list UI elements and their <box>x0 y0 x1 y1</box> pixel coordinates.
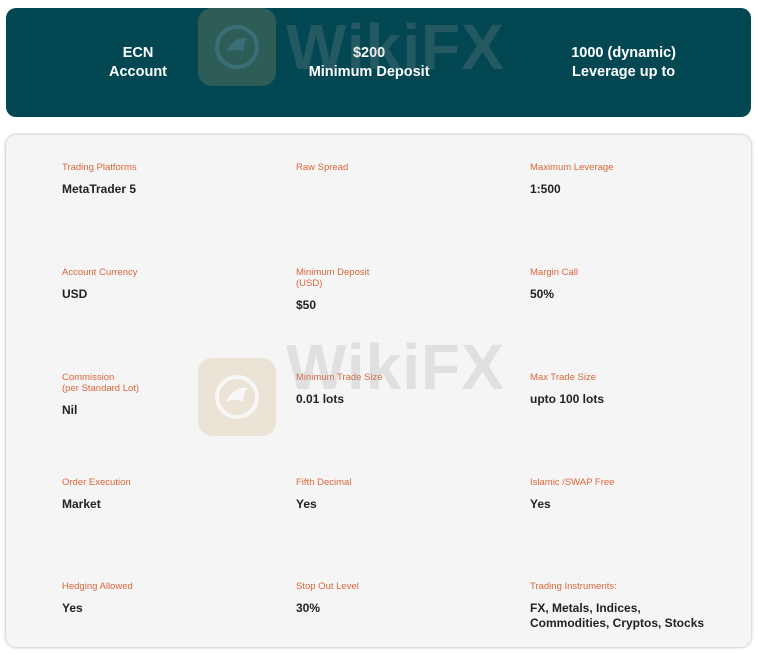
detail-label: Margin Call <box>530 267 579 278</box>
banner-account-type-label: Account <box>109 63 167 80</box>
detail-value: Market <box>62 497 101 511</box>
detail-label: Trading Platforms <box>62 162 137 173</box>
detail-value: FX, Metals, Indices, Commodities, Crypto… <box>530 601 704 631</box>
detail-value: 0.01 lots <box>296 392 345 406</box>
detail-label: Max Trade Size <box>530 372 596 383</box>
detail-value: $50 <box>296 298 317 312</box>
detail-value: 30% <box>296 601 321 615</box>
detail-stop-out-level: Stop Out Level 30% <box>296 581 359 616</box>
detail-value: Yes <box>530 497 551 511</box>
banner-account-type: ECN Account <box>109 44 167 82</box>
detail-label-line: (USD) <box>296 278 323 289</box>
detail-margin-call: Margin Call 50% <box>530 267 578 302</box>
detail-label-line: Commission <box>62 372 115 383</box>
banner-leverage-value: 1000 (dynamic) <box>571 44 676 61</box>
banner-account-type-value: ECN <box>122 44 154 61</box>
detail-label: Commission (per Standard Lot) <box>62 372 139 394</box>
banner-leverage: 1000 (dynamic) Leverage up to <box>571 44 676 82</box>
banner-minimum-deposit: $200 Minimum Deposit <box>309 44 430 82</box>
banner-leverage-label: Leverage up to <box>572 63 676 80</box>
detail-label: Fifth Decimal <box>296 477 352 488</box>
detail-minimum-deposit: Minimum Deposit (USD) $50 <box>296 267 369 313</box>
detail-hedging-allowed: Hedging Allowed Yes <box>62 581 133 616</box>
detail-raw-spread: Raw Spread <box>296 162 348 182</box>
detail-value: Nil <box>62 403 78 417</box>
detail-label: Trading Instruments: <box>530 581 617 592</box>
detail-value-line: FX, Metals, Indices, <box>530 601 641 615</box>
detail-label: Maximum Leverage <box>530 162 614 173</box>
detail-value: 1:500 <box>530 182 561 196</box>
detail-value: 50% <box>530 287 555 301</box>
detail-label: Islamic /SWAP Free <box>530 477 615 488</box>
detail-label: Order Execution <box>62 477 131 488</box>
detail-trading-platforms: Trading Platforms MetaTrader 5 <box>62 162 137 197</box>
detail-label: Minimum Deposit (USD) <box>296 267 369 289</box>
detail-order-execution: Order Execution Market <box>62 477 131 512</box>
banner-minimum-deposit-label: Minimum Deposit <box>308 63 430 80</box>
detail-value: MetaTrader 5 <box>62 182 137 196</box>
detail-trading-instruments: Trading Instruments: FX, Metals, Indices… <box>530 581 704 631</box>
detail-fifth-decimal: Fifth Decimal Yes <box>296 477 351 512</box>
detail-value: USD <box>62 287 88 301</box>
detail-label-line: Minimum Deposit <box>296 267 370 278</box>
detail-commission: Commission (per Standard Lot) Nil <box>62 372 139 418</box>
detail-label: Minimum Trade Size <box>296 372 383 383</box>
detail-label-line: (per Standard Lot) <box>62 383 140 394</box>
detail-value: Yes <box>62 601 83 615</box>
account-details-card: Trading Platforms MetaTrader 5 Raw Sprea… <box>6 135 751 647</box>
detail-label: Raw Spread <box>296 162 349 173</box>
detail-value-line: Commodities, Cryptos, Stocks <box>530 616 705 630</box>
detail-value: Yes <box>296 497 317 511</box>
detail-islamic-swap-free: Islamic /SWAP Free Yes <box>530 477 614 512</box>
account-banner: ECN Account $200 Minimum Deposit 1000 (d… <box>6 8 751 117</box>
detail-label: Hedging Allowed <box>62 581 133 592</box>
detail-minimum-trade-size: Minimum Trade Size 0.01 lots <box>296 372 383 407</box>
detail-max-trade-size: Max Trade Size upto 100 lots <box>530 372 604 407</box>
detail-label: Stop Out Level <box>296 581 359 592</box>
detail-label: Account Currency <box>62 267 138 278</box>
banner-minimum-deposit-value: $200 <box>352 44 386 61</box>
detail-account-currency: Account Currency USD <box>62 267 138 302</box>
detail-maximum-leverage: Maximum Leverage 1:500 <box>530 162 613 197</box>
detail-value: upto 100 lots <box>530 392 605 406</box>
